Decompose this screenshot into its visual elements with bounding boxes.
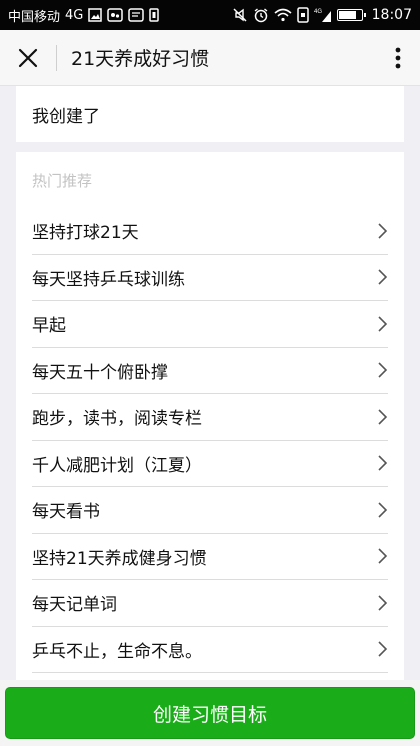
list-item[interactable]: 坚持打球21天 — [32, 208, 388, 255]
hot-recommend-card: 热门推荐 坚持打球21天每天坚持乒乓球训练 早起每天五十个俯卧撑跑步，读书，阅读专… — [16, 152, 404, 686]
battery-icon — [336, 7, 366, 23]
clock-time: 18:07 — [371, 7, 412, 23]
list-item[interactable]: 每天记单词 — [32, 580, 388, 627]
chevron-right-icon — [378, 269, 388, 285]
list-item-label: 跑步，读书，阅读专栏 — [32, 409, 202, 430]
close-button[interactable] — [0, 30, 56, 86]
chevron-right-icon — [378, 455, 388, 471]
bottom-bar: 创建习惯目标 — [0, 680, 420, 746]
wechat-icon — [107, 7, 124, 23]
list-item[interactable]: 跑步，读书，阅读专栏 — [32, 394, 388, 441]
list-item-label: 坚持打球21天 — [32, 223, 139, 244]
list-item[interactable]: 每天五十个俯卧撑 — [32, 348, 388, 394]
created-label: 我创建了 — [32, 106, 100, 127]
chevron-right-icon — [378, 595, 388, 611]
list-item[interactable]: 千人减肥计划（江夏） — [32, 441, 388, 487]
close-icon — [18, 48, 38, 67]
chevron-right-icon — [378, 502, 388, 518]
chevron-right-icon — [378, 316, 388, 332]
list-item[interactable]: 坚持21天养成健身习惯 — [32, 534, 388, 580]
phone-icon — [296, 7, 309, 23]
status-right: 4G 18:07 — [232, 7, 412, 23]
hot-list: 坚持打球21天每天坚持乒乓球训练 早起每天五十个俯卧撑跑步，读书，阅读专栏 千人减肥… — [16, 208, 404, 673]
wifi-icon — [274, 7, 292, 23]
image-icon — [88, 7, 103, 23]
list-item-label: 每天看书 — [32, 502, 100, 523]
list-item[interactable]: 每天看书 — [32, 487, 388, 534]
list-item[interactable]: 早起 — [32, 301, 388, 348]
carrier-name: 中国移动 — [8, 9, 61, 25]
list-item-label: 坚持21天养成健身习惯 — [32, 548, 207, 569]
list-item-label: 每天五十个俯卧撑 — [32, 362, 168, 383]
list-item-label: 乒乓不止，生命不息。 — [32, 641, 202, 662]
chevron-right-icon — [378, 641, 388, 657]
list-item-label: 千人减肥计划（江夏） — [32, 455, 202, 476]
signal-icon: 4G — [314, 7, 332, 23]
alarm-icon — [253, 7, 269, 23]
chevron-right-icon — [378, 223, 388, 239]
create-habit-button[interactable]: 创建习惯目标 — [5, 687, 415, 739]
battery-fill — [338, 11, 357, 19]
network-type: 4G — [65, 7, 84, 23]
list-item-label: 每天记单词 — [32, 595, 117, 616]
mute-icon — [232, 7, 248, 23]
title-bar: 21天养成好习惯 — [0, 30, 420, 86]
status-bar: 中国移动 4G 4G 18:07 — [0, 0, 420, 30]
more-vertical-icon — [395, 47, 401, 68]
created-card[interactable]: 我创建了 — [16, 86, 404, 142]
chevron-right-icon — [378, 548, 388, 564]
page-title: 21天养成好习惯 — [71, 48, 210, 70]
sim-icon — [149, 7, 160, 23]
content-area: 我创建了 热门推荐 坚持打球21天每天坚持乒乓球训练 早起每天五十个俯卧撑跑步，读… — [0, 86, 420, 686]
list-item-label: 早起 — [32, 316, 66, 337]
status-left: 中国移动 4G — [8, 6, 160, 25]
list-item-label: 每天坚持乒乓球训练 — [32, 269, 185, 290]
title-divider — [56, 44, 57, 71]
list-item[interactable]: 每天坚持乒乓球训练 — [32, 255, 388, 301]
hot-header: 热门推荐 — [32, 171, 93, 190]
more-button[interactable] — [376, 30, 420, 86]
chevron-right-icon — [378, 409, 388, 425]
list-item[interactable]: 乒乓不止，生命不息。 — [32, 627, 388, 673]
battery-outline — [336, 9, 366, 21]
network-small-label: 4G — [314, 9, 322, 15]
chevron-right-icon — [378, 362, 388, 378]
message-icon — [128, 7, 145, 23]
